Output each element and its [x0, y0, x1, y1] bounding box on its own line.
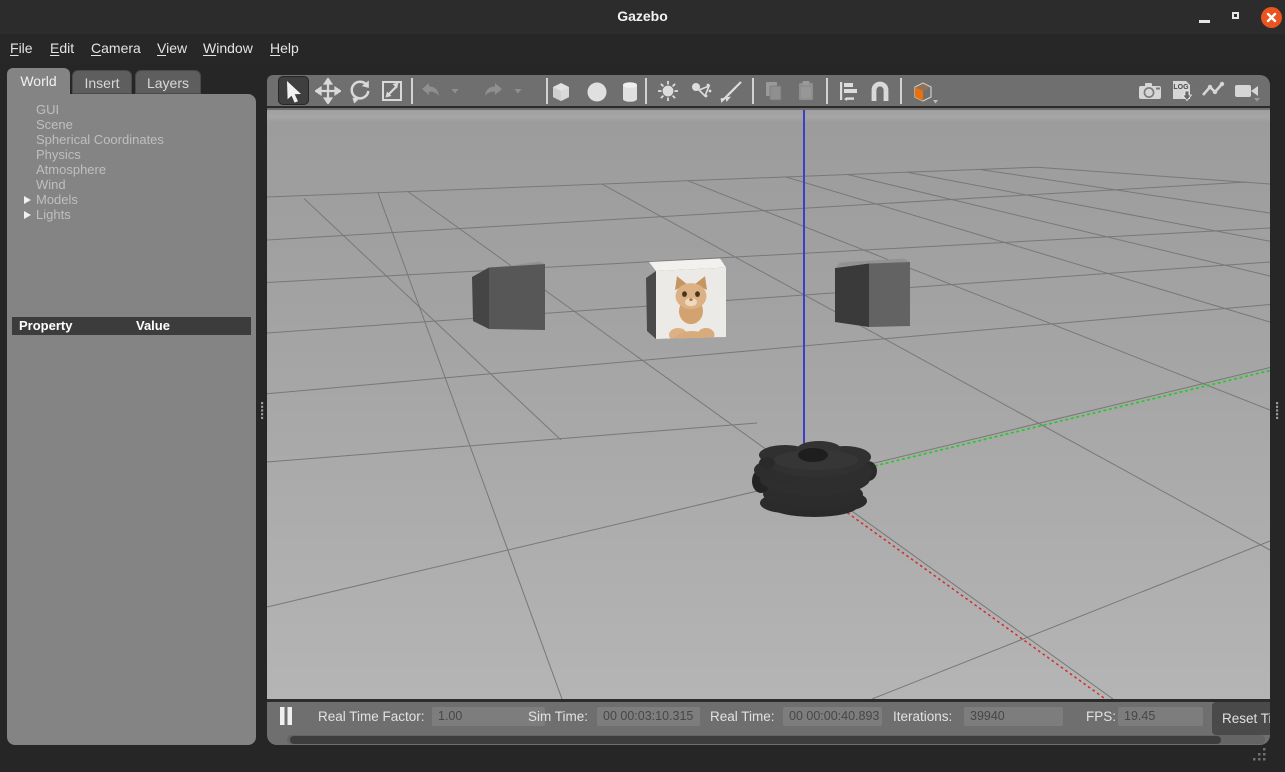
- svg-text:LOG: LOG: [1173, 84, 1189, 91]
